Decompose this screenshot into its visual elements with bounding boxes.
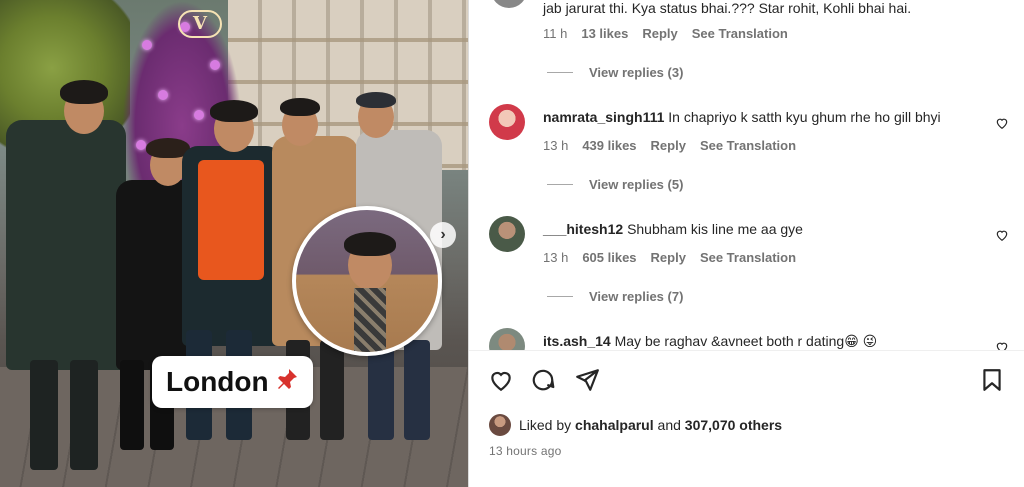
- see-translation-button[interactable]: See Translation: [700, 250, 796, 265]
- like-button[interactable]: [487, 366, 515, 394]
- avatar[interactable]: [491, 0, 527, 8]
- send-icon: [576, 369, 599, 391]
- comment-text: Shubham kis line me aa gye: [627, 221, 803, 237]
- liked-by-username[interactable]: chahalparul: [575, 417, 654, 433]
- comment-text: May be raghav &avneet both r dating😁 😜: [614, 333, 878, 349]
- comment-time: 11 h: [543, 26, 568, 41]
- pushpin-icon: [275, 367, 299, 398]
- comment-likes[interactable]: 439 likes: [582, 138, 636, 153]
- save-button[interactable]: [978, 366, 1006, 394]
- store-logo-sign: V: [178, 10, 222, 38]
- reply-button[interactable]: Reply: [651, 250, 686, 265]
- comment-username[interactable]: its.ash_14: [543, 333, 611, 349]
- comment-button[interactable]: [529, 366, 557, 394]
- view-replies-button[interactable]: View replies (3): [547, 65, 683, 80]
- post-timestamp: 13 hours ago: [489, 444, 562, 458]
- comment-meta: 13 h 605 likes Reply See Translation: [543, 250, 796, 265]
- avatar[interactable]: [489, 216, 525, 252]
- location-label: London: [166, 366, 269, 397]
- comment-time: 13 h: [543, 138, 569, 153]
- comment-time: 13 h: [543, 250, 569, 265]
- likes-count[interactable]: 307,070 others: [685, 417, 782, 433]
- comment-username[interactable]: namrata_singh111: [543, 109, 664, 125]
- profile-bubble[interactable]: [292, 206, 442, 356]
- comment-likes[interactable]: 13 likes: [581, 26, 628, 41]
- heart-icon[interactable]: [995, 228, 1009, 242]
- comments-list[interactable]: jab jarurat thi. Kya status bhai.??? Sta…: [469, 0, 1024, 350]
- reply-button[interactable]: Reply: [642, 26, 677, 41]
- avatar[interactable]: [489, 328, 525, 350]
- heart-icon: [491, 371, 511, 392]
- next-image-button[interactable]: ›: [430, 222, 456, 248]
- share-button[interactable]: [573, 366, 601, 394]
- view-replies-button[interactable]: View replies (5): [547, 177, 683, 192]
- likes-summary[interactable]: Liked by chahalparul and 307,070 others: [489, 414, 782, 436]
- post-image[interactable]: V › London: [0, 0, 468, 487]
- see-translation-button[interactable]: See Translation: [700, 138, 796, 153]
- comment-username[interactable]: ___hitesh12: [543, 221, 623, 237]
- comment-likes[interactable]: 605 likes: [582, 250, 636, 265]
- comment-text: In chapriyo k satth kyu ghum rhe ho gill…: [668, 109, 941, 125]
- avatar[interactable]: [489, 104, 525, 140]
- comment-text: jab jarurat thi. Kya status bhai.??? Sta…: [543, 0, 912, 16]
- post-actions: [487, 366, 1006, 398]
- chevron-right-icon: ›: [440, 226, 446, 243]
- divider: [469, 350, 1024, 351]
- location-sticker[interactable]: London: [152, 356, 313, 408]
- comment-meta: 11 h 13 likes Reply See Translation: [543, 26, 788, 41]
- heart-icon[interactable]: [995, 116, 1009, 130]
- avatar: [489, 414, 511, 436]
- bookmark-icon: [983, 369, 1001, 391]
- comment-icon: [532, 369, 555, 391]
- reply-button[interactable]: Reply: [651, 138, 686, 153]
- comment-meta: 13 h 439 likes Reply See Translation: [543, 138, 796, 153]
- heart-icon[interactable]: [995, 340, 1009, 350]
- view-replies-button[interactable]: View replies (7): [547, 289, 683, 304]
- see-translation-button[interactable]: See Translation: [692, 26, 788, 41]
- comments-panel: jab jarurat thi. Kya status bhai.??? Sta…: [468, 0, 1024, 487]
